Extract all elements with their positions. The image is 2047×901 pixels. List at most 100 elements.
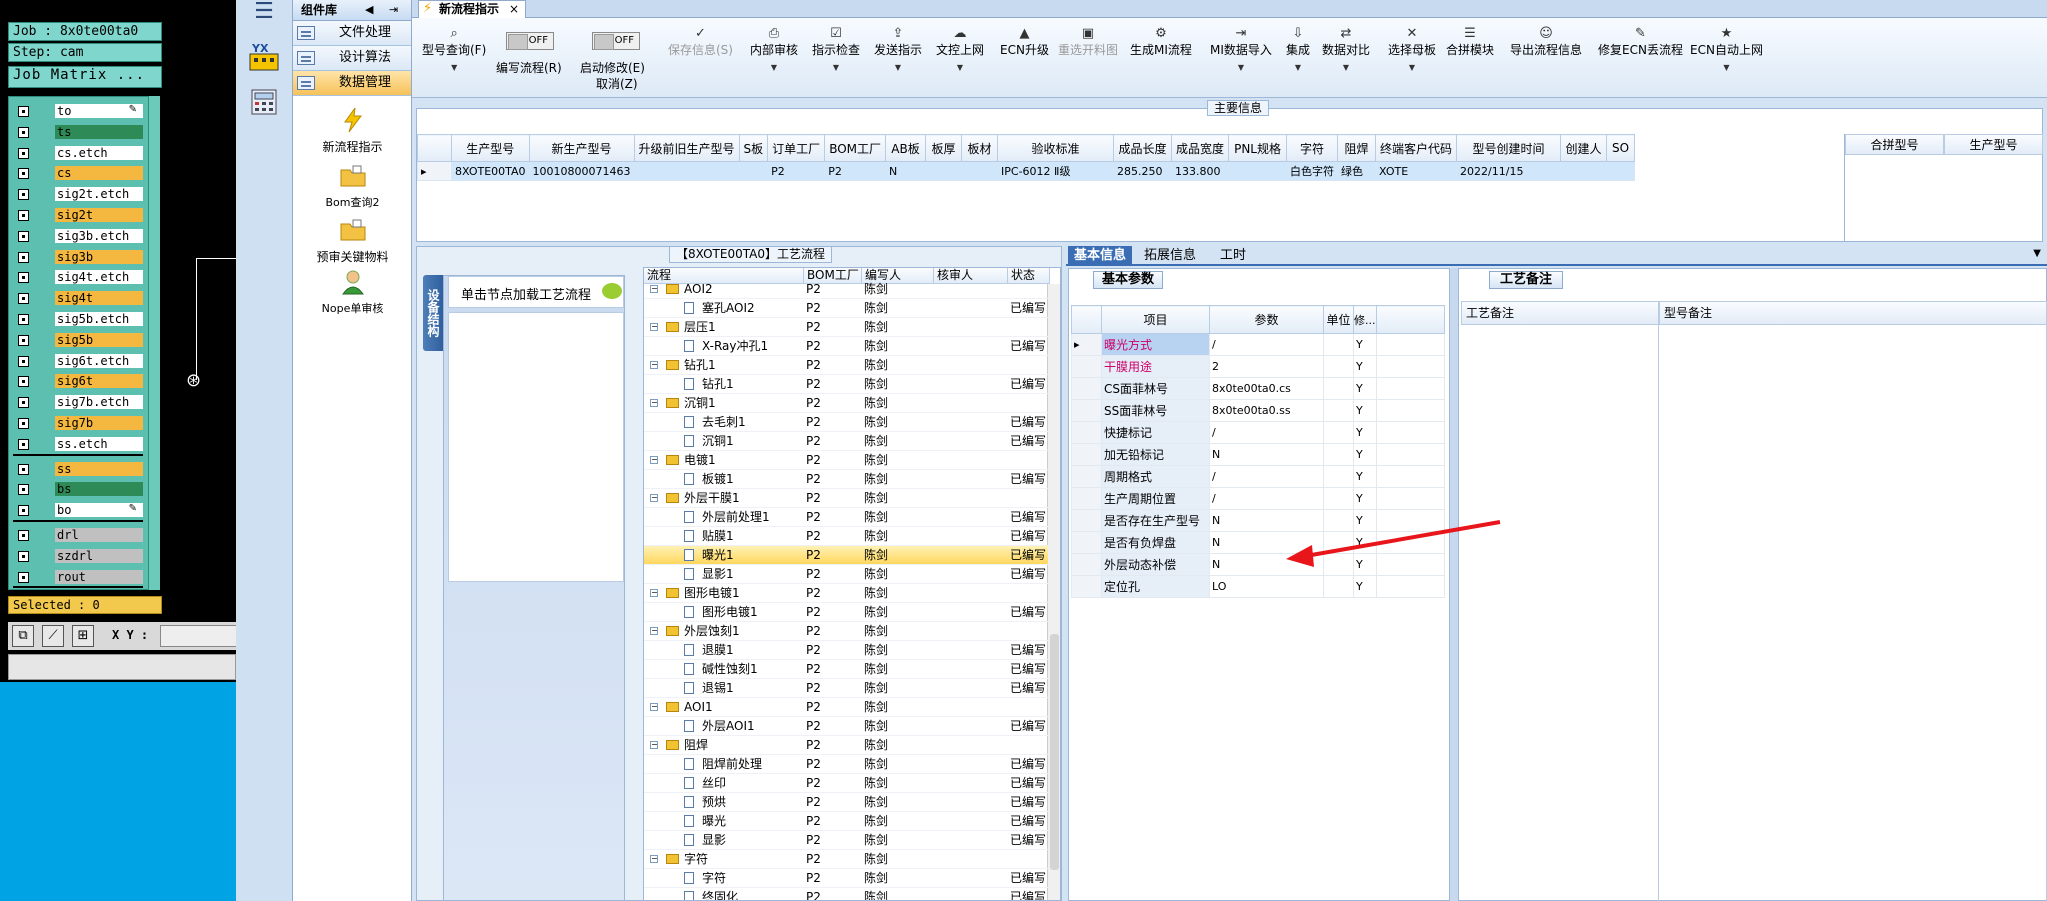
chevron-down-icon[interactable]: ▼ — [936, 60, 984, 76]
layer-checkbox[interactable] — [18, 106, 29, 117]
tree-folder-row[interactable]: − 层压1 P2 陈剑 — [644, 318, 1048, 337]
param-value[interactable]: 8x0te00ta0.cs — [1209, 377, 1324, 400]
tree-step-row[interactable]: 碱性蚀刻1 P2 陈剑 已编写 — [644, 660, 1048, 679]
layer-checkbox[interactable] — [18, 355, 29, 367]
layer-checkbox[interactable] — [18, 438, 29, 450]
tree-step-row[interactable]: 外层AOI1 P2 陈剑 已编写 — [644, 717, 1048, 736]
ribbon-button[interactable]: ☑ 指示检查 ▼ — [812, 26, 860, 76]
ribbon-button[interactable]: ⚙ 生成MI流程 — [1130, 26, 1192, 58]
tree-step-row[interactable]: 预烘 P2 陈剑 已编写 — [644, 793, 1048, 812]
layer-name[interactable]: drl — [55, 528, 143, 542]
layer-row[interactable]: drl — [13, 526, 143, 544]
tree-step-row[interactable]: 丝印 P2 陈剑 已编写 — [644, 774, 1048, 793]
toggle-switch[interactable]: OFF — [592, 32, 640, 50]
param-row[interactable]: 外层动态补偿 N Y — [1071, 553, 1445, 576]
tree-folder-row[interactable]: − 沉铜1 P2 陈剑 — [644, 394, 1048, 413]
layer-row[interactable]: ts — [13, 123, 143, 141]
param-value[interactable]: / — [1209, 333, 1324, 356]
layer-row[interactable]: rout — [13, 568, 143, 586]
lib-item-new-process[interactable]: 新流程指示 — [293, 106, 412, 155]
ribbon-button[interactable]: ▣ 重选开料图 — [1058, 26, 1118, 58]
info-cell[interactable]: XOTE — [1375, 161, 1458, 181]
layer-checkbox[interactable] — [18, 505, 29, 517]
tree-folder-row[interactable]: − 外层干膜1 P2 陈剑 — [644, 489, 1048, 508]
calculator-icon[interactable] — [248, 86, 280, 118]
param-row[interactable]: CS面菲林号 8x0te00ta0.cs Y — [1071, 377, 1445, 400]
layer-name[interactable]: sig3b.etch — [55, 228, 143, 243]
collapse-icon[interactable]: − — [650, 456, 658, 464]
layer-name[interactable]: sig4t.etch — [55, 270, 143, 285]
tree-step-row[interactable]: 外层前处理1 P2 陈剑 已编写 — [644, 508, 1048, 527]
ribbon-button[interactable]: ★ ECN自动上网 ▼ — [1690, 26, 1763, 76]
lib-item-pre-review[interactable]: 预审关键物料 — [293, 216, 412, 265]
lib-item-bom-query[interactable]: Bom查询2 — [293, 162, 412, 210]
param-row[interactable]: 生产周期位置 / Y — [1071, 487, 1445, 510]
layer-row[interactable]: sig2t — [13, 206, 143, 224]
layer-checkbox[interactable] — [18, 334, 29, 346]
collapse-icon[interactable]: − — [650, 285, 658, 293]
chevron-down-icon[interactable]: ▼ — [874, 60, 922, 76]
tree-folder-row[interactable]: − 阻焊 P2 陈剑 — [644, 736, 1048, 755]
col-header[interactable]: 生产型号 — [451, 134, 530, 162]
tree-step-row[interactable]: 贴膜1 P2 陈剑 已编写 — [644, 527, 1048, 546]
tree-folder-row[interactable]: − AOI2 P2 陈剑 — [644, 280, 1048, 299]
chevron-down-icon[interactable]: ▼ — [812, 60, 860, 76]
tree-step-row[interactable]: 曝光1 P2 陈剑 已编写 — [644, 546, 1048, 565]
tree-step-row[interactable]: 终固化 P2 陈剑 已编写 — [644, 888, 1048, 900]
tree-step-row[interactable]: 字符 P2 陈剑 已编写 — [644, 869, 1048, 888]
col-header[interactable]: 创建人 — [1560, 134, 1608, 162]
param-row[interactable]: ▸ 曝光方式 / Y — [1071, 333, 1445, 356]
collapse-icon[interactable]: − — [650, 323, 658, 331]
cancel-button[interactable]: 取消(Z) — [596, 76, 638, 92]
chevron-down-icon[interactable]: ▼ — [750, 60, 798, 76]
col-header[interactable]: 新生产型号 — [528, 134, 635, 162]
layer-name[interactable]: sig5b — [55, 332, 143, 347]
layer-row[interactable]: szdrl — [13, 547, 143, 565]
layer-name[interactable]: cs — [55, 166, 143, 181]
info-cell[interactable]: 10010800071463 — [528, 161, 635, 181]
param-row[interactable]: 快捷标记 / Y — [1071, 421, 1445, 444]
layer-checkbox[interactable] — [18, 397, 29, 409]
tab-basic-info[interactable]: 基本信息 — [1068, 246, 1133, 266]
info-cell[interactable]: P2 — [767, 161, 826, 181]
ribbon-button[interactable]: ✎ 修复ECN丢流程 — [1598, 26, 1683, 58]
menu-icon[interactable]: ☰ — [250, 1, 278, 24]
layer-name[interactable]: ts — [55, 124, 143, 139]
tab-equipment-structure[interactable]: 设备结构 — [423, 275, 443, 351]
layer-row[interactable]: bo ✎ — [13, 501, 143, 519]
layer-name[interactable]: sig5b.etch — [55, 312, 143, 326]
layer-row[interactable]: sig3b — [13, 248, 143, 266]
col-header[interactable]: 字符 — [1286, 134, 1339, 162]
param-row[interactable]: 加无铅标记 N Y — [1071, 443, 1445, 466]
layer-row[interactable]: sig2t.etch — [13, 185, 143, 203]
layer-row[interactable]: sig7b.etch — [13, 393, 143, 411]
ribbon-button[interactable]: ▲ ECN升级 — [1000, 26, 1049, 58]
chevron-down-icon[interactable]: ▼ — [1690, 60, 1763, 76]
layer-row[interactable]: cs.etch — [13, 144, 143, 162]
collapse-icon[interactable]: − — [650, 589, 658, 597]
col-header[interactable]: 阻焊 — [1337, 134, 1377, 162]
param-row[interactable]: 干膜用途 2 Y — [1071, 355, 1445, 378]
layer-name[interactable]: sig4t — [55, 291, 143, 306]
layer-name[interactable]: sig2t.etch — [55, 187, 143, 202]
dropdown-arrow-icon[interactable]: ▼ — [2033, 248, 2041, 259]
layer-name[interactable]: rout — [55, 569, 143, 584]
toggle-switch[interactable]: OFF — [506, 32, 554, 50]
chevron-down-icon[interactable]: ▼ — [1210, 60, 1272, 76]
layer-row[interactable]: sig6t — [13, 372, 143, 390]
tree-step-row[interactable]: 阻焊前处理 P2 陈剑 已编写 — [644, 755, 1048, 774]
tree-step-row[interactable]: 去毛刺1 P2 陈剑 已编写 — [644, 413, 1048, 432]
ribbon-button[interactable]: ⇪ 发送指示 ▼ — [874, 26, 922, 76]
layer-row[interactable]: sig7b — [13, 414, 143, 432]
info-cell[interactable] — [961, 161, 999, 181]
info-cell[interactable]: 285.250 — [1113, 161, 1173, 181]
layer-checkbox[interactable] — [18, 418, 29, 429]
param-value[interactable]: N — [1209, 553, 1324, 576]
layer-name[interactable]: sig7b.etch — [55, 395, 143, 410]
layer-name[interactable]: sig2t — [55, 208, 143, 222]
layer-checkbox[interactable] — [18, 550, 29, 562]
layer-row[interactable]: sig5b.etch — [13, 310, 143, 328]
group-data-management[interactable]: 数据管理 — [293, 71, 411, 96]
info-cell[interactable] — [1560, 161, 1608, 181]
col-header[interactable]: SO — [1606, 134, 1636, 162]
